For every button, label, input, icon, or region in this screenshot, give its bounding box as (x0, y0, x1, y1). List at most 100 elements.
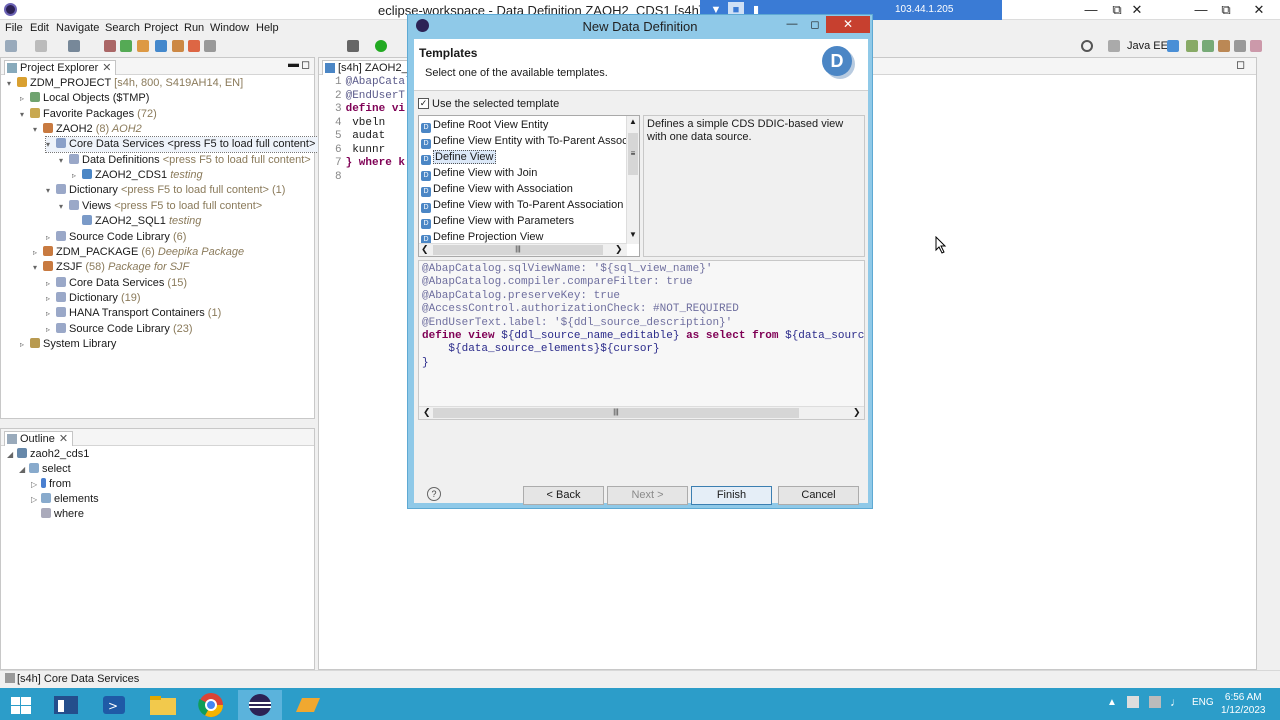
java-perspective-icon[interactable] (1234, 40, 1246, 52)
outline-item-root[interactable]: ◢ zaoh2_cds1 (7, 447, 89, 462)
hscroll-thumb[interactable]: ||| (433, 408, 799, 418)
language-indicator[interactable]: ENG (1192, 697, 1214, 708)
project-tree-item[interactable]: ▹ Local Objects ($TMP) (20, 91, 149, 106)
scroll-down-icon[interactable]: ▼ (629, 230, 637, 239)
expand-arrow-icon[interactable]: ▹ (46, 306, 56, 321)
template-item[interactable]: D Define View with Join (421, 165, 627, 181)
dialog-maximize-button[interactable]: ◻ (805, 18, 825, 32)
expand-arrow-icon[interactable]: ▾ (20, 107, 30, 122)
expand-arrow-icon[interactable]: ▾ (46, 137, 56, 152)
expand-arrow-icon[interactable]: ▹ (46, 230, 56, 245)
perspective-java-ee[interactable]: Java EE (1127, 40, 1168, 52)
project-tree-item[interactable]: ▾ ZDM_PROJECT [s4h, 800, S419AH14, EN] (7, 76, 243, 91)
project-tree-item[interactable]: ▾ Dictionary <press F5 to load full conte… (46, 183, 285, 198)
powershell-icon[interactable]: > (92, 690, 136, 720)
expand-arrow-icon[interactable]: ▹ (46, 291, 56, 306)
restore-button[interactable]: ⧉ (1106, 1, 1128, 19)
search-icon[interactable] (1081, 40, 1093, 52)
project-tree-item[interactable]: ▹ Dictionary (19) (46, 291, 141, 306)
hscroll-thumb[interactable]: ||| (433, 245, 603, 255)
template-item[interactable]: D Define View with Parameters (421, 213, 627, 229)
expand-arrow-icon[interactable]: ▹ (20, 91, 30, 106)
clock[interactable]: 6:56 AM 1/12/2023 (1221, 691, 1266, 717)
back-button[interactable]: < Back (523, 486, 604, 505)
menu-project[interactable]: Project (144, 22, 178, 34)
menu-file[interactable]: File (5, 22, 23, 34)
outer-restore-button[interactable]: ⧉ (1215, 1, 1237, 19)
template-list[interactable]: D Define Root View Entity D Define View Ent… (418, 115, 640, 257)
project-tree-item[interactable]: ▹ ZAOH2_CDS1 testing (72, 168, 203, 183)
project-tree-item[interactable]: ▹ Source Code Library (23) (46, 322, 193, 337)
expand-arrow-icon[interactable]: ▹ (46, 276, 56, 291)
package-icon[interactable] (120, 40, 132, 52)
project-tree-item[interactable]: ▾ ZAOH2 (8) AOH2 (33, 122, 142, 137)
scroll-up-icon[interactable]: ▲ (629, 117, 637, 126)
project-tree-item[interactable]: ▾ Views <press F5 to load full content> (59, 199, 262, 214)
menu-search[interactable]: Search (105, 22, 140, 34)
template-item[interactable]: D Define View (421, 149, 627, 165)
menu-help[interactable]: Help (256, 22, 279, 34)
expand-arrow-icon[interactable]: ▾ (33, 122, 43, 137)
template-item[interactable]: D Define Root View Entity (421, 117, 627, 133)
expand-arrow-icon[interactable]: ▹ (33, 245, 43, 260)
format-icon[interactable] (204, 40, 216, 52)
scroll-right-icon[interactable]: ❯ (615, 244, 623, 255)
use-template-checkbox[interactable]: ✓ (418, 98, 429, 109)
check-icon[interactable] (155, 40, 167, 52)
cancel-button[interactable]: Cancel (778, 486, 859, 505)
template-item[interactable]: D Define View with To-Parent Association (421, 197, 627, 213)
save-icon[interactable] (35, 40, 47, 52)
dialog-close-button[interactable]: ✕ (826, 16, 870, 33)
eclipse-taskbar-icon[interactable] (238, 690, 282, 720)
project-tree-item[interactable]: ▾ Favorite Packages (72) (20, 107, 157, 122)
scroll-right-icon[interactable]: ❯ (853, 407, 861, 418)
maximize-editor-icon[interactable]: ◻ (1236, 58, 1245, 71)
tab-outline[interactable]: Outline ✕ (4, 431, 74, 446)
outline-item-select[interactable]: ◢ select (19, 462, 71, 477)
expand-arrow-icon[interactable]: ▹ (46, 322, 56, 337)
abap-perspective-icon[interactable] (1167, 40, 1179, 52)
transport-icon[interactable] (137, 40, 149, 52)
template-item[interactable]: D Define View with Association (421, 181, 627, 197)
terminal-icon[interactable] (68, 40, 80, 52)
expand-arrow-icon[interactable]: ▾ (59, 153, 69, 168)
expand-arrow-icon[interactable]: ▹ (72, 168, 82, 183)
project-tree-item[interactable]: ▾ Data Definitions <press F5 to load full… (59, 153, 311, 168)
close-icon[interactable]: ✕ (102, 62, 111, 74)
expand-arrow-icon[interactable]: ▾ (46, 183, 56, 198)
scroll-left-icon[interactable]: ❮ (421, 244, 429, 255)
minimize-view-icon[interactable]: ▬ (288, 58, 299, 70)
template-item[interactable]: D Define View Entity with To-Parent Assoc… (421, 133, 627, 149)
expand-arrow-icon[interactable]: ▾ (33, 260, 43, 275)
network-icon[interactable] (1149, 696, 1161, 708)
tray-expand-icon[interactable]: ▲ (1107, 697, 1117, 708)
dialog-minimize-button[interactable]: — (782, 18, 802, 32)
menu-edit[interactable]: Edit (30, 22, 49, 34)
expand-arrow-icon[interactable]: ▹ (20, 337, 30, 352)
finish-button[interactable]: Finish (691, 486, 772, 505)
run-icon[interactable] (375, 40, 387, 52)
windows-start-icon[interactable] (0, 690, 44, 720)
next-button[interactable]: Next > (607, 486, 688, 505)
outline-item-where[interactable]: where (31, 507, 84, 522)
file-explorer-icon[interactable] (141, 690, 185, 720)
template-list-vscrollbar[interactable]: ▲ ≡ ▼ (626, 116, 639, 244)
activate-icon[interactable] (172, 40, 184, 52)
debug-icon[interactable] (104, 40, 116, 52)
project-tree-item[interactable]: ▹ Core Data Services (15) (46, 276, 187, 291)
volume-icon[interactable]: ♩ (1170, 695, 1182, 709)
plugin-perspective-icon[interactable] (1250, 40, 1262, 52)
menu-navigate[interactable]: Navigate (56, 22, 99, 34)
scroll-left-icon[interactable]: ❮ (423, 407, 431, 418)
expand-arrow-icon[interactable]: ▾ (7, 76, 17, 91)
template-list-hscrollbar[interactable]: ❮ ||| ❯ (419, 243, 627, 256)
preview-hscrollbar[interactable]: ❮ ||| ❯ (419, 406, 864, 419)
maximize-view-icon[interactable]: ◻ (301, 58, 310, 71)
sap-logon-icon[interactable] (286, 690, 330, 720)
debug-perspective-icon[interactable] (1186, 40, 1198, 52)
chrome-icon[interactable] (189, 690, 233, 720)
minimize-button[interactable]: — (1080, 1, 1102, 19)
scroll-thumb[interactable]: ≡ (628, 133, 638, 175)
menu-window[interactable]: Window (210, 22, 249, 34)
outline-item-elements[interactable]: ▷ elements (31, 492, 99, 507)
